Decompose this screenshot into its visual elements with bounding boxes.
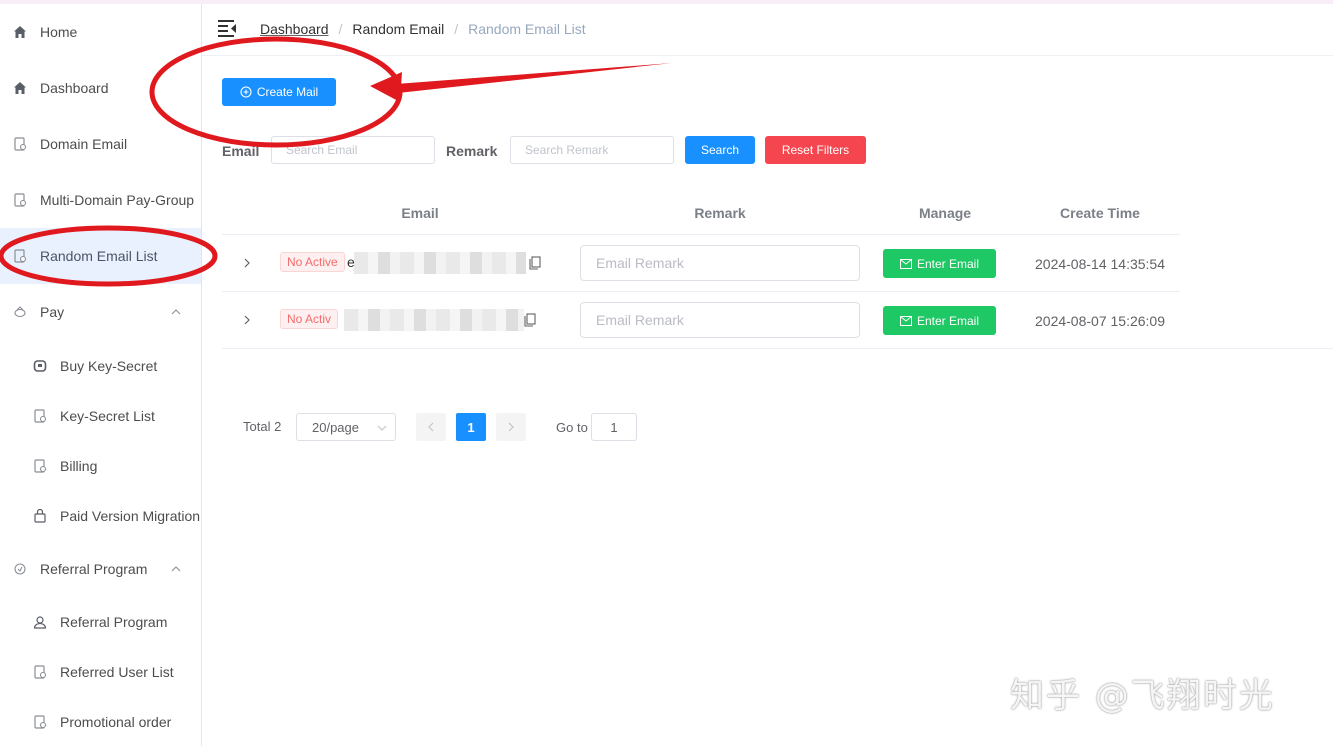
sidebar-item-billing[interactable]: Billing [0,441,201,491]
create-time: 2024-08-07 15:26:09 [1035,313,1165,329]
remark-filter-label: Remark [446,143,498,159]
expand-row-icon[interactable] [242,315,252,325]
home-icon [12,80,28,96]
chevron-left-icon [428,422,434,432]
sidebar-item-label: Random Email List [40,248,158,264]
watermark: 知乎 @飞翔时光 [1010,676,1275,716]
page-size-select[interactable]: 20/page [296,413,396,441]
chevron-up-icon [171,566,181,572]
app-window: Home Dashboard Domain Email Multi-Domain… [0,0,1333,746]
enter-email-button[interactable]: Enter Email [883,249,996,278]
header: Dashboard / Random Email / Random Email … [202,4,1333,56]
sidebar-item-domain-email[interactable]: Domain Email [0,116,201,172]
goto-label: Go to [556,420,588,435]
email-remark-input[interactable]: Email Remark [580,245,860,281]
wallet-icon [12,304,28,320]
sidebar-item-referral-program[interactable]: Referral Program [0,597,201,647]
chevron-up-icon [171,309,181,315]
email-filter-label: Email [222,143,260,159]
user-icon [32,614,48,630]
document-icon [32,458,48,474]
document-icon [12,248,28,264]
breadcrumb-current: Random Email List [468,21,586,37]
document-icon [32,408,48,424]
sidebar-item-paid-version-migration[interactable]: Paid Version Migration [0,491,201,541]
bag-icon [32,508,48,524]
sidebar-item-label: Home [40,24,78,40]
sidebar-item-promotional-order[interactable]: Promotional order [0,697,201,746]
sidebar-item-key-secret-list[interactable]: Key-Secret List [0,391,201,441]
gift-icon [12,561,28,577]
remark-search-input[interactable]: Search Remark [510,136,674,164]
sidebar-item-label: Key-Secret List [60,408,155,424]
sidebar-item-label: Billing [60,458,98,474]
copy-icon[interactable] [524,313,536,327]
document-icon [32,714,48,730]
create-time: 2024-08-14 14:35:54 [1035,256,1165,272]
document-icon [12,192,28,208]
copy-icon[interactable] [529,256,541,270]
sidebar: Home Dashboard Domain Email Multi-Domain… [0,4,202,746]
sidebar-item-referred-user-list[interactable]: Referred User List [0,647,201,697]
envelope-icon [899,258,912,269]
sidebar-item-multi-domain-pay-group[interactable]: Multi-Domain Pay-Group [0,172,201,228]
search-button[interactable]: Search [685,136,755,164]
chevron-down-icon [377,425,387,431]
reset-filters-button[interactable]: Reset Filters [765,136,866,164]
sidebar-item-buy-key-secret[interactable]: Buy Key-Secret [0,341,201,391]
prev-page-button[interactable] [416,413,446,441]
home-icon [12,24,28,40]
column-header-remark: Remark [694,205,746,221]
blurred-email-address [354,252,526,274]
page-number-current[interactable]: 1 [456,413,486,441]
create-mail-label: Create Mail [256,85,319,99]
breadcrumb-random-email[interactable]: Random Email [352,21,444,37]
email-remark-input[interactable]: Email Remark [580,302,860,338]
sidebar-item-home[interactable]: Home [0,4,201,60]
expand-row-icon[interactable] [242,258,252,268]
sidebar-item-label: Referral Program [60,614,168,630]
pagination-total: Total 2 [243,419,282,434]
next-page-button[interactable] [496,413,526,441]
sidebar-item-label: Dashboard [40,80,109,96]
sidebar-item-label: Referral Program [40,561,148,577]
sidebar-item-pay[interactable]: Pay [0,284,201,340]
sidebar-item-label: Paid Version Migration [60,508,201,524]
sidebar-item-label: Pay [40,304,65,320]
sidebar-item-label: Domain Email [40,136,128,152]
sidebar-item-label: Promotional order [60,714,172,730]
blurred-email-address [344,309,524,331]
status-badge: No Active [280,252,345,272]
document-icon [12,136,28,152]
key-icon [32,358,48,374]
sidebar-item-dashboard[interactable]: Dashboard [0,60,201,116]
goto-page-input[interactable]: 1 [591,413,637,441]
status-badge: No Activ [280,309,339,329]
sidebar-item-label: Referred User List [60,664,174,680]
menu-fold-icon[interactable] [218,19,238,37]
sidebar-item-label: Multi-Domain Pay-Group [40,192,195,208]
breadcrumb: Dashboard / Random Email / Random Email … [260,21,586,37]
document-icon [32,664,48,680]
annotation-arrow [396,63,672,93]
column-header-create-time: Create Time [1060,205,1140,221]
column-header-manage: Manage [918,205,972,221]
email-search-input[interactable]: Search Email [271,136,435,164]
annotation-arrowhead [370,72,402,102]
chevron-right-icon [508,422,514,432]
plus-circle-icon [240,86,252,98]
breadcrumb-dashboard[interactable]: Dashboard [260,21,329,37]
envelope-icon [899,315,912,326]
sidebar-item-referral-program-group[interactable]: Referral Program [0,541,201,597]
sidebar-item-random-email-list[interactable]: Random Email List [0,228,201,284]
create-mail-button[interactable]: Create Mail [222,78,336,106]
column-header-email: Email [401,205,439,221]
sidebar-item-label: Buy Key-Secret [60,358,158,374]
enter-email-button[interactable]: Enter Email [883,306,996,335]
